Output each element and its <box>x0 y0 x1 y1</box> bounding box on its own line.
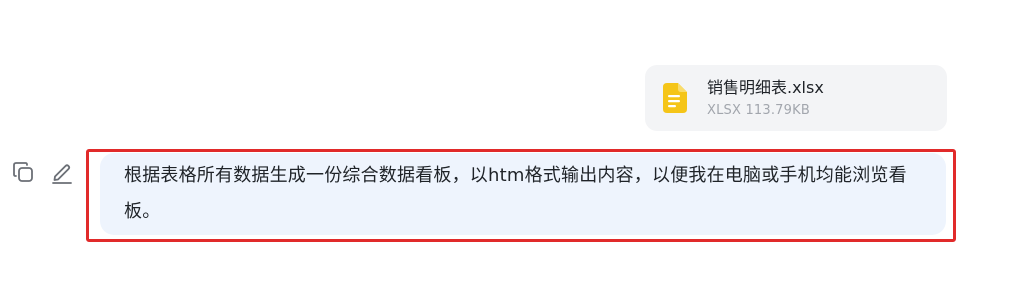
copy-icon[interactable] <box>11 160 35 184</box>
file-attachment-card[interactable]: 销售明细表.xlsx XLSX 113.79KB <box>645 65 947 131</box>
spreadsheet-file-icon <box>663 83 687 113</box>
edit-pencil-icon[interactable] <box>50 160 74 184</box>
file-meta: XLSX 113.79KB <box>707 103 810 118</box>
chat-area: 销售明细表.xlsx XLSX 113.79KB 根据表格所有数据生成一份综合数… <box>0 0 1020 282</box>
highlight-frame <box>86 149 956 242</box>
file-name: 销售明细表.xlsx <box>707 78 824 97</box>
